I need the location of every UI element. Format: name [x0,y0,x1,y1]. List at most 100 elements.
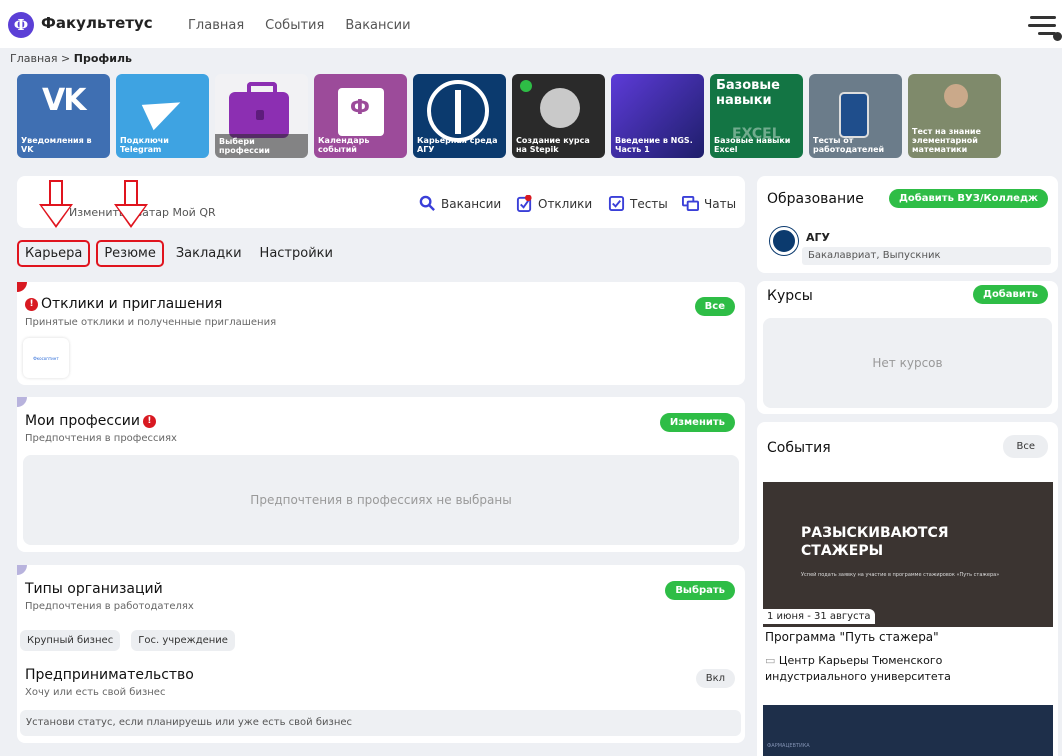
section-corner-marker [17,397,27,407]
vk-icon: VK [42,83,86,118]
event-image-caption: Успей подать заявку на участие в програм… [801,572,1000,578]
main-nav: Главная События Вакансии [188,18,411,33]
profile-tabs: Карьера Резюме Закладки Настройки [17,240,339,267]
events-all-button[interactable]: Все [1003,435,1048,458]
event-image[interactable]: РАЗЫСКИВАЮТСЯ СТАЖЕРЫ Успей подать заявк… [763,482,1053,627]
event-organizer-name: Центр Карьеры Тюменского индустриального… [765,654,951,683]
courses-card: Курсы Добавить Нет курсов [757,281,1058,414]
chat-icon [682,195,699,212]
organizer-icon: ▭ [765,654,776,667]
story-caption: Карьерная среда АГУ [417,136,498,154]
responses-icon [516,195,532,212]
event-date: 1 июня - 31 августа [763,609,875,624]
calendar-icon [338,88,384,136]
section-corner-marker [17,565,27,575]
chip-government[interactable]: Гос. учреждение [131,630,235,651]
tests-link[interactable]: Тесты [608,195,668,212]
story-caption: Создание курса на Stepik [516,136,590,154]
breadcrumb-home[interactable]: Главная [10,52,58,65]
courses-empty-state: Нет курсов [763,318,1052,408]
responses-all-button[interactable]: Все [694,297,735,316]
nav-home[interactable]: Главная [188,18,244,33]
add-university-button[interactable]: Добавить ВУЗ/Колледж [888,189,1048,208]
section-subtitle: Предпочтения в работодателях [25,601,194,612]
logo-letter: Ф [13,16,29,34]
university-logo-icon [770,227,798,255]
event-image-title: РАЗЫСКИВАЮТСЯ СТАЖЕРЫ [801,525,949,559]
search-icon [419,195,435,211]
tab-bookmarks[interactable]: Закладки [170,242,248,265]
story-telegram[interactable]: Подключи Telegram [116,74,209,158]
phone-icon [839,92,869,138]
character-illustration [540,88,580,128]
story-professions[interactable]: Выбери профессии [215,74,308,158]
responses-label: Отклики [538,196,593,211]
top-bar: Ф Факультетус Главная События Вакансии [0,0,1062,48]
breadcrumb: Главная > Профиль [10,52,132,65]
tab-resume[interactable]: Резюме [96,240,164,267]
story-caption: Календарь событий [318,136,370,154]
story-career[interactable]: Карьерная среда АГУ [413,74,506,158]
user-avatar-dot[interactable] [1053,32,1062,41]
story-calendar[interactable]: Календарь событий [314,74,407,158]
story-caption: Подключи Telegram [120,136,169,154]
vacancies-label: Вакансии [441,196,502,211]
add-course-button[interactable]: Добавить [973,285,1048,304]
company-logo[interactable]: Фкосоптинт [23,338,69,378]
responses-link[interactable]: Отклики [516,195,592,212]
professions-title: Мои профессии [25,413,140,429]
nav-events[interactable]: События [265,18,324,33]
entrepreneurship-title: Предпринимательство [25,667,194,683]
event-organizer: ▭ Центр Карьеры Тюменского индустриально… [765,653,985,685]
play-icon [520,80,532,92]
professions-empty-state: Предпочтения в профессиях не выбраны [23,455,739,545]
university-emblem-icon [427,80,489,142]
section-title: ! Отклики и приглашения [25,296,222,312]
alert-badge: ! [142,414,156,428]
section-subtitle: Предпочтения в профессиях [25,433,177,444]
annotation-arrow [114,180,148,230]
story-vk[interactable]: VK Уведомления в VK [17,74,110,158]
telegram-icon [141,89,187,131]
section-title: Мои профессии ! [25,413,156,429]
university-name[interactable]: АГУ [806,231,830,244]
tab-settings[interactable]: Настройки [254,242,339,265]
nav-vacancies[interactable]: Вакансии [345,18,410,33]
section-title: Типы организаций [25,581,163,597]
entrepreneurship-toggle-button[interactable]: Вкл [695,669,735,688]
event-name[interactable]: Программа "Путь стажера" [765,630,939,644]
breadcrumb-separator: > [61,52,71,65]
responses-section: ! Отклики и приглашения Принятые отклики… [17,282,745,385]
vacancies-link[interactable]: Вакансии [419,195,501,212]
section-subtitle: Принятые отклики и полученные приглашени… [25,317,277,328]
tests-icon [608,195,625,212]
story-math[interactable]: Тест на знание элементарной математики [908,74,1001,158]
story-ngs[interactable]: Введение в NGS. Часть 1 [611,74,704,158]
alert-badge: ! [25,297,38,311]
next-event-image[interactable]: ФАРМАЦЕВТИКА [763,705,1053,756]
degree-info: Бакалавриат, Выпускник [802,247,1051,265]
menu-icon[interactable] [1028,16,1056,40]
logo-icon[interactable]: Ф [8,12,34,38]
professions-edit-button[interactable]: Изменить [659,413,735,432]
chats-link[interactable]: Чаты [682,195,736,212]
briefcase-icon [229,82,289,138]
stories-row: VK Уведомления в VK Подключи Telegram Вы… [17,74,1001,158]
brand-name[interactable]: Факультетус [41,14,153,32]
story-caption: Уведомления в VK [21,136,92,154]
chip-big-business[interactable]: Крупный бизнес [20,630,121,651]
professions-section: Мои профессии ! Предпочтения в профессия… [17,397,745,552]
portrait-illustration [944,84,968,108]
story-stepik[interactable]: Создание курса на Stepik [512,74,605,158]
story-caption: Введение в NGS. Часть 1 [615,136,693,154]
tab-career[interactable]: Карьера [17,240,91,267]
education-card: Образование Добавить ВУЗ/Колледж АГУ Бак… [757,176,1058,273]
story-excel[interactable]: Базовые навыки EXCEL Базовые навыки Exce… [710,74,803,158]
story-caption: Тест на знание элементарной математики [912,127,981,154]
orgs-select-button[interactable]: Выбрать [665,581,735,600]
story-tests[interactable]: Тесты от работодателей [809,74,902,158]
section-corner-marker [17,282,27,292]
breadcrumb-current: Профиль [73,52,133,65]
story-title: Базовые навыки [716,78,780,108]
story-caption: Тесты от работодателей [813,136,885,154]
